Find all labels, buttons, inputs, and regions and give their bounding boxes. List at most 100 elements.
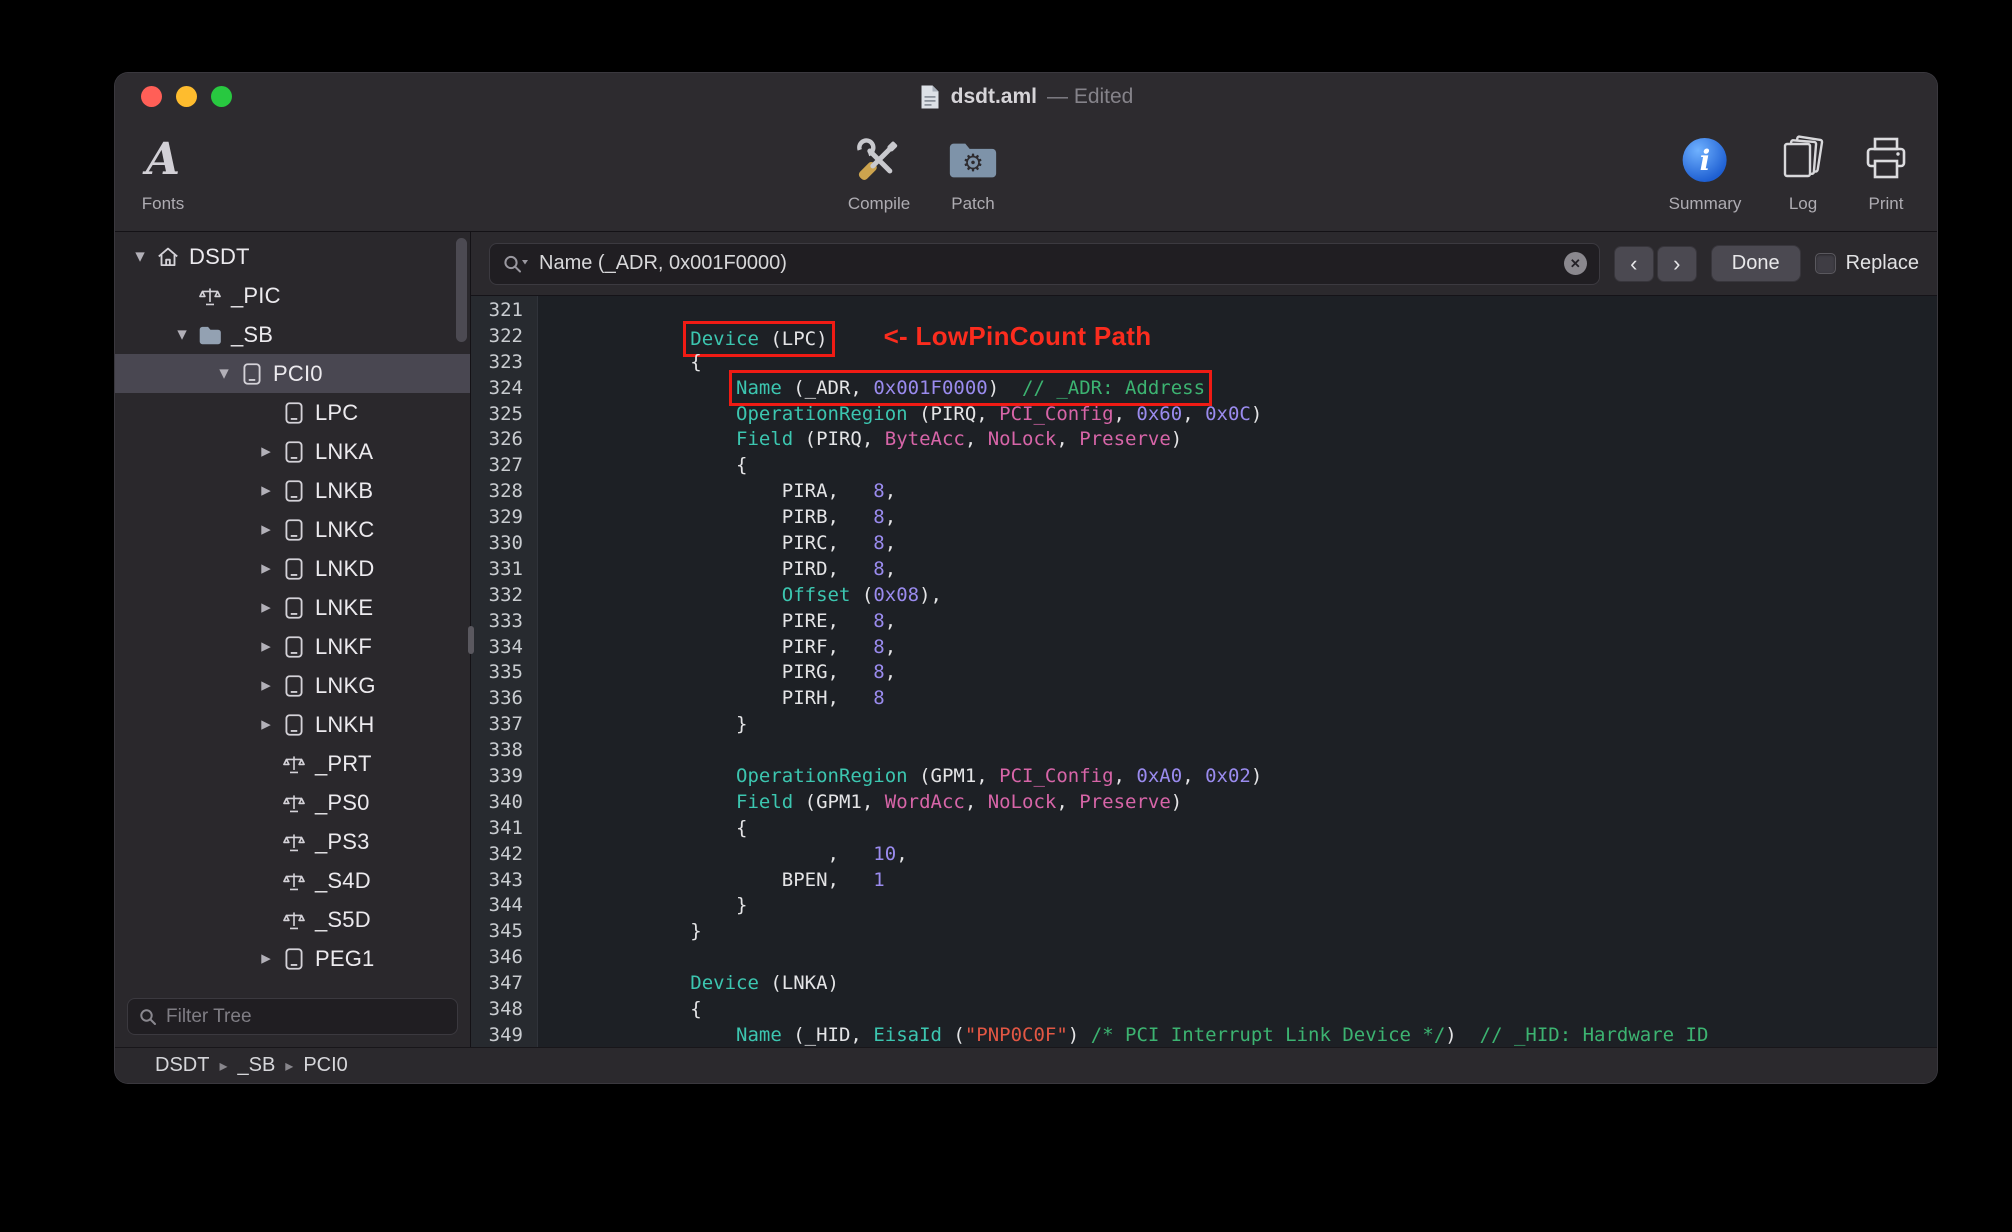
device-icon [279, 595, 309, 621]
tree-item-label: LNKE [315, 594, 374, 620]
filter-field[interactable] [127, 998, 458, 1035]
breadcrumb-sb[interactable]: _SB [237, 1054, 275, 1077]
dsdt-tree[interactable]: ▾ DSDT _PIC ▾ _SB ▾ PCI0 LPC ▸ LNKA ▸ LNKB ▸ LNKC ▸ LNK… [115, 232, 470, 992]
sidebar-item-lnke[interactable]: ▸ LNKE [115, 588, 470, 627]
sidebar-item-dsdt[interactable]: ▾ DSDT [115, 237, 470, 276]
device-icon [237, 361, 267, 387]
sidebar-item-lnkg[interactable]: ▸ LNKG [115, 666, 470, 705]
log-button[interactable]: Log [1776, 130, 1830, 214]
disclosure-triangle-icon[interactable]: ▸ [253, 713, 279, 736]
sidebar-item-pci0[interactable]: ▾ PCI0 [115, 354, 470, 393]
line-number: 340 [488, 790, 523, 813]
code-line: 323 { [471, 350, 1937, 376]
filter-input[interactable] [166, 1005, 447, 1028]
zoom-button[interactable] [211, 86, 232, 107]
printer-icon [1859, 133, 1913, 187]
disclosure-triangle-icon[interactable]: ▾ [211, 362, 237, 385]
compile-button[interactable]: Compile [848, 130, 910, 214]
sidebar-item-_sb[interactable]: ▾ _SB [115, 315, 470, 354]
code-text: } [553, 894, 748, 917]
app-window: dsdt.aml — Edited A Fonts Compile ⚙ Patc… [115, 73, 1937, 1083]
window-body: ▾ DSDT _PIC ▾ _SB ▾ PCI0 LPC ▸ LNKA ▸ LNKB ▸ LNKC ▸ LNK… [115, 232, 1937, 1047]
sidebar-item-lnka[interactable]: ▸ LNKA [115, 432, 470, 471]
code-text: PIRE, 8, [553, 609, 897, 632]
code-text: Name (_HID, EisaId ("PNP0C0F") /* PCI In… [736, 1023, 1709, 1046]
code-line: 335 PIRG, 8, [471, 660, 1937, 686]
close-button[interactable] [141, 86, 162, 107]
disclosure-triangle-icon[interactable]: ▾ [127, 245, 153, 268]
patch-button[interactable]: ⚙ Patch [946, 130, 1000, 214]
find-nav: ‹ › [1613, 245, 1697, 282]
disclosure-triangle-icon[interactable]: ▸ [253, 440, 279, 463]
log-pages-icon [1776, 133, 1830, 187]
disclosure-triangle-icon[interactable]: ▾ [169, 323, 195, 346]
breadcrumb-pci0[interactable]: PCI0 [303, 1054, 347, 1077]
device-icon [279, 556, 309, 582]
sidebar-item-_ps3[interactable]: _PS3 [115, 822, 470, 861]
search-input[interactable] [539, 252, 1554, 275]
minimize-button[interactable] [176, 86, 197, 107]
sidebar-item-_ps0[interactable]: _PS0 [115, 783, 470, 822]
code-line: 345 } [471, 919, 1937, 945]
sidebar-item-lnkb[interactable]: ▸ LNKB [115, 471, 470, 510]
disclosure-triangle-icon[interactable]: ▸ [253, 674, 279, 697]
sidebar-item-peg1[interactable]: ▸ PEG1 [115, 939, 470, 978]
fonts-button[interactable]: A Fonts [142, 130, 185, 214]
code-text: Device (LNKA) [690, 972, 839, 995]
find-previous-button[interactable]: ‹ [1613, 245, 1654, 282]
disclosure-triangle-icon[interactable]: ▸ [253, 518, 279, 541]
sidebar-item-lnkd[interactable]: ▸ LNKD [115, 549, 470, 588]
sidebar-item-lpc[interactable]: LPC [115, 393, 470, 432]
search-field[interactable]: ✕ [489, 242, 1600, 285]
disclosure-triangle-icon[interactable]: ▸ [253, 479, 279, 502]
code-line: 348 { [471, 997, 1937, 1023]
sidebar-item-_pic[interactable]: _PIC [115, 276, 470, 315]
replace-label: Replace [1845, 252, 1919, 274]
find-next-button[interactable]: › [1656, 245, 1697, 282]
log-label: Log [1788, 194, 1818, 213]
code-editor[interactable]: 321 322 Device (LPC) <- LowPinCount Path 32… [471, 296, 1937, 1047]
code-line: 321 [471, 298, 1937, 324]
tree-item-label: DSDT [189, 243, 250, 269]
clear-search-icon[interactable]: ✕ [1563, 252, 1587, 275]
line-number: 324 [488, 376, 523, 399]
sidebar-scrollbar[interactable] [456, 238, 467, 342]
done-button[interactable]: Done [1710, 245, 1801, 282]
line-number: 343 [488, 868, 523, 891]
disclosure-triangle-icon[interactable]: ▸ [253, 557, 279, 580]
sidebar-item-_s4d[interactable]: _S4D [115, 861, 470, 900]
sidebar-item-_s5d[interactable]: _S5D [115, 900, 470, 939]
sidebar-item-lnkf[interactable]: ▸ LNKF [115, 627, 470, 666]
line-number: 327 [488, 454, 523, 477]
search-menu-icon[interactable] [502, 253, 529, 275]
line-number: 333 [488, 609, 523, 632]
breadcrumb-dsdt[interactable]: DSDT [155, 1054, 209, 1077]
print-button[interactable]: Print [1859, 130, 1913, 214]
sidebar-item-lnkh[interactable]: ▸ LNKH [115, 705, 470, 744]
tree-item-label: _PRT [315, 750, 372, 776]
code-text: { [553, 816, 748, 839]
device-icon [279, 400, 309, 426]
title-bar[interactable]: dsdt.aml — Edited [115, 73, 1937, 120]
code-text: , 10, [553, 842, 908, 865]
code-line: 333 PIRE, 8, [471, 609, 1937, 635]
method-icon [279, 790, 309, 816]
splitter-grip[interactable] [468, 625, 474, 654]
code-line: 346 [471, 945, 1937, 971]
sidebar-item-_prt[interactable]: _PRT [115, 744, 470, 783]
code-lines: 321 322 Device (LPC) <- LowPinCount Path 32… [471, 296, 1937, 1047]
disclosure-triangle-icon[interactable]: ▸ [253, 635, 279, 658]
sidebar-item-lnkc[interactable]: ▸ LNKC [115, 510, 470, 549]
code-line: 322 Device (LPC) <- LowPinCount Path [471, 320, 1937, 357]
device-icon [279, 517, 309, 543]
code-text: OperationRegion (PIRQ, PCI_Config, 0x60,… [736, 402, 1263, 425]
summary-button[interactable]: i Summary [1669, 130, 1741, 214]
disclosure-triangle-icon[interactable]: ▸ [253, 947, 279, 970]
disclosure-triangle-icon[interactable]: ▸ [253, 596, 279, 619]
line-number: 348 [488, 998, 523, 1021]
code-text: } [553, 713, 748, 736]
device-icon [279, 439, 309, 465]
line-number: 326 [488, 428, 523, 451]
replace-checkbox[interactable] [1814, 253, 1836, 274]
